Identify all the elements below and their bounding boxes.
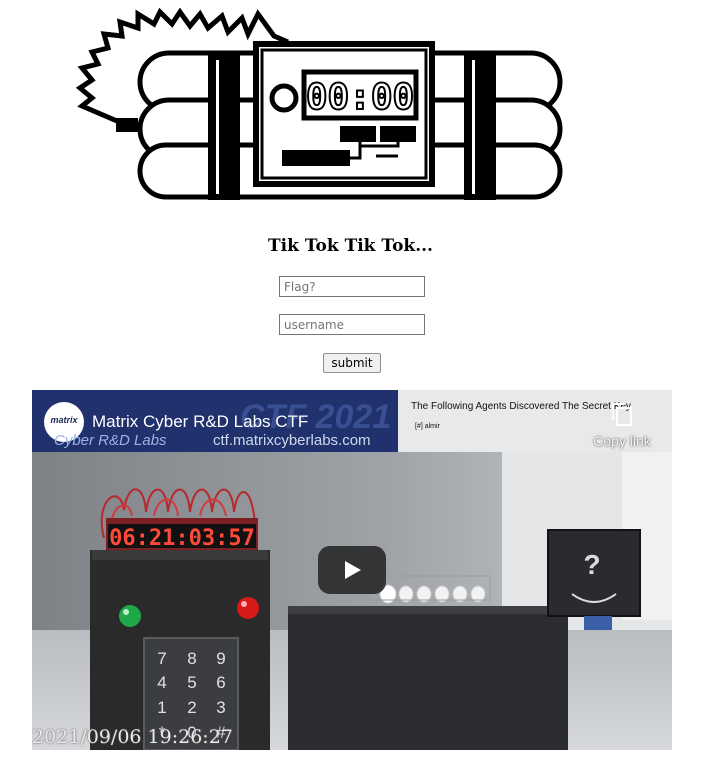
play-icon — [318, 546, 386, 594]
green-led — [119, 605, 141, 627]
keypad-key: 9 — [216, 649, 225, 668]
copy-link-label: Copy link — [593, 433, 651, 449]
agent-name: [#] almir — [415, 423, 440, 430]
keypad-key: 3 — [216, 698, 225, 717]
timer-display: 00:00 — [306, 77, 414, 118]
copy-link-button[interactable]: Copy link — [588, 400, 668, 450]
keypad-key: 8 — [187, 649, 196, 668]
video-title[interactable]: Matrix Cyber R&D Labs CTF — [92, 412, 308, 432]
copy-icon — [612, 403, 632, 426]
video-player[interactable]: 06:21:03:57 7 8 9 4 5 6 1 2 3 * 0 # ? CT… — [32, 390, 672, 750]
channel-logo: matrix — [50, 415, 78, 425]
banner-url: ctf.matrixcyberlabs.com — [213, 432, 371, 449]
bomb-clock-display: 06:21:03:57 — [109, 526, 255, 551]
keypad-key: 4 — [157, 673, 166, 692]
keypad-key: 7 — [157, 649, 166, 668]
username-input[interactable] — [279, 314, 425, 335]
page-title: Tik Tok Tik Tok... — [268, 236, 433, 256]
keypad-key: 2 — [187, 698, 196, 717]
video-timestamp: 2021/09/06 19:26:27 — [32, 726, 233, 748]
play-button[interactable] — [318, 546, 386, 594]
time-bomb-icon: 00:00 — [75, 7, 563, 200]
time-bomb-logo: 00:00 — [75, 7, 566, 203]
mystery-symbol: ? — [583, 549, 600, 580]
submit-button[interactable]: submit — [323, 353, 381, 373]
keypad-key: 5 — [187, 673, 196, 692]
keypad-key: 6 — [216, 673, 225, 692]
banner-text: Cyber R&D Labs — [54, 432, 167, 449]
red-led — [237, 597, 259, 619]
flag-input[interactable] — [279, 276, 425, 297]
keypad-key: 1 — [157, 698, 166, 717]
